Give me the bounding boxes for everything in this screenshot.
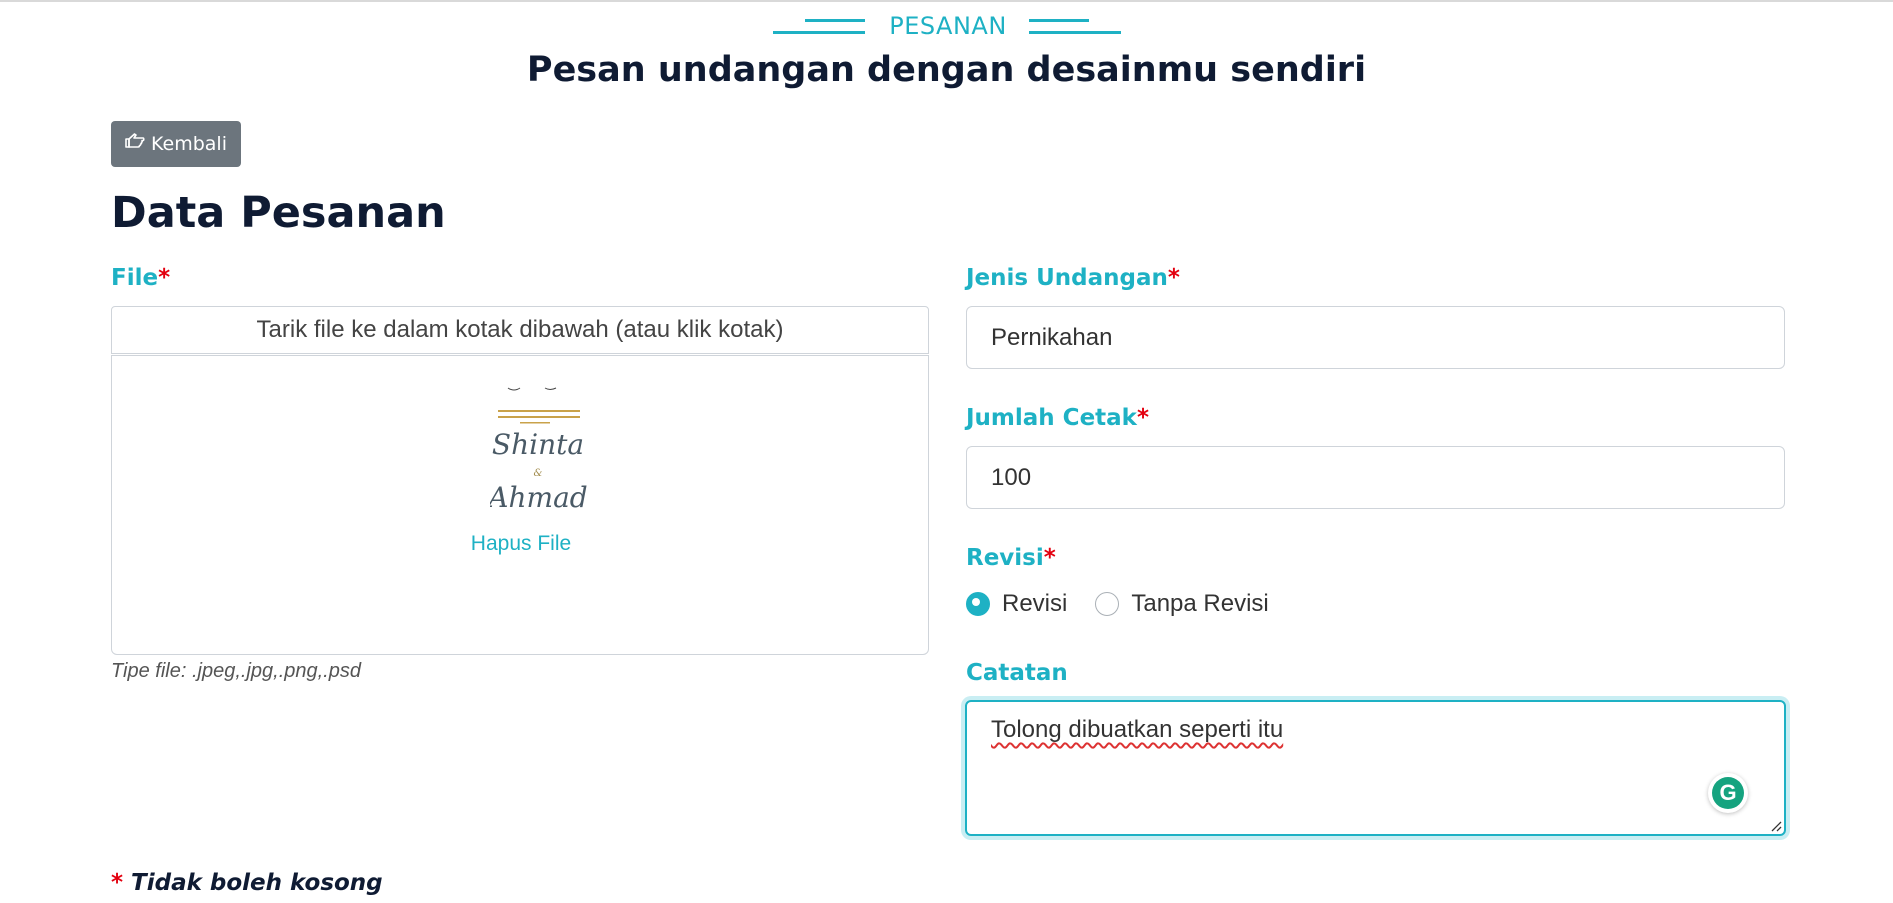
top-border xyxy=(0,0,1893,2)
radio-tanpa-revisi-label: Tanpa Revisi xyxy=(1131,590,1269,617)
file-label: File* xyxy=(111,265,170,291)
form-title: Data Pesanan xyxy=(111,188,446,238)
required-mark: * xyxy=(1167,265,1180,291)
catatan-label-text: Catatan xyxy=(966,660,1068,686)
jumlah-cetak-label: Jumlah Cetak* xyxy=(966,405,1149,431)
jenis-undangan-label-text: Jenis Undangan xyxy=(966,265,1168,291)
radio-tanpa-revisi[interactable]: Tanpa Revisi xyxy=(1095,590,1269,618)
file-drop-hint[interactable]: Tarik file ke dalam kotak dibawah (atau … xyxy=(111,306,929,354)
jenis-undangan-input[interactable]: Pernikahan xyxy=(966,306,1785,369)
file-label-text: File xyxy=(111,265,159,291)
catatan-textarea[interactable]: Tolong dibuatkan seperti itu G xyxy=(965,700,1786,836)
required-mark: * xyxy=(158,265,171,291)
required-mark: * xyxy=(111,870,124,896)
page-title: Pesan undangan dengan desainmu sendiri xyxy=(526,50,1367,90)
back-button[interactable]: Kembali xyxy=(111,121,241,167)
file-type-note: Tipe file: .jpeg,.jpg,.png,.psd xyxy=(111,660,361,682)
revisi-label: Revisi* xyxy=(966,545,1056,571)
file-dropzone[interactable]: Shinta & Ahmad Hapus File xyxy=(111,355,929,655)
resize-handle-icon[interactable] xyxy=(1768,818,1782,832)
preview-name-2: Ahmad xyxy=(490,481,588,514)
required-mark: * xyxy=(1043,545,1056,571)
catatan-text: Tolong dibuatkan seperti itu xyxy=(991,716,1284,743)
revisi-radio-group: Revisi Tanpa Revisi xyxy=(966,588,1297,620)
radio-unchecked-icon[interactable] xyxy=(1095,592,1120,616)
preview-name-1: Shinta xyxy=(492,428,584,461)
hand-pointing-left-icon xyxy=(125,132,145,157)
jumlah-cetak-label-text: Jumlah Cetak xyxy=(966,405,1137,431)
radio-revisi[interactable]: Revisi xyxy=(966,590,1067,618)
jumlah-cetak-input[interactable]: 100 xyxy=(966,446,1785,509)
decorative-lines-left xyxy=(773,19,865,35)
section-heading: PESANAN xyxy=(0,10,1893,46)
required-note-text: Tidak boleh kosong xyxy=(131,870,383,896)
catatan-label: Catatan xyxy=(966,660,1068,686)
grammarly-icon[interactable]: G xyxy=(1708,773,1748,813)
back-button-label: Kembali xyxy=(151,133,227,155)
required-mark: * xyxy=(1136,405,1150,431)
uploaded-file-thumbnail: Shinta & Ahmad xyxy=(485,386,600,521)
radio-revisi-label: Revisi xyxy=(1002,590,1068,617)
decorative-lines-right xyxy=(1029,19,1121,35)
section-label: PESANAN xyxy=(889,12,1007,40)
radio-checked-icon[interactable] xyxy=(966,592,990,616)
jenis-undangan-label: Jenis Undangan* xyxy=(966,265,1180,291)
required-note: * Tidak boleh kosong xyxy=(111,870,383,896)
preview-ampersand: & xyxy=(534,468,543,479)
revisi-label-text: Revisi xyxy=(966,545,1044,571)
remove-file-link[interactable]: Hapus File xyxy=(112,532,930,556)
